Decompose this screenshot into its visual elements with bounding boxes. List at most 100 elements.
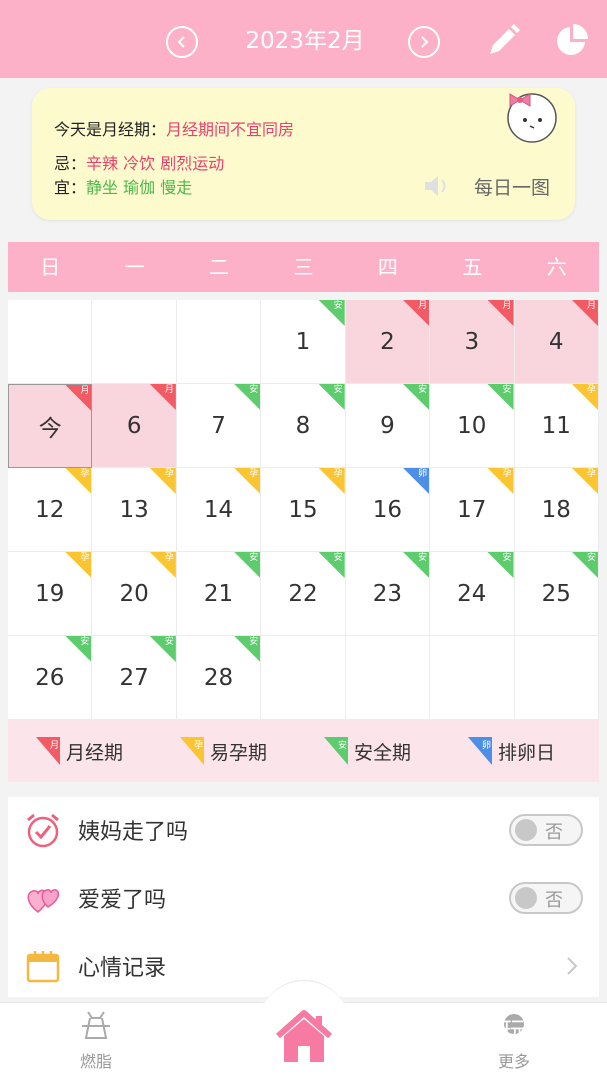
record-list: 姨妈走了吗 否 爱爱了吗 否 心情记录 bbox=[8, 797, 599, 997]
calendar-day-today[interactable]: 今月 bbox=[8, 384, 93, 468]
day-status-tag-icon: 月 bbox=[149, 384, 176, 410]
tab-fat-burn-label: 燃脂 bbox=[79, 1052, 112, 1071]
watermark-logo-icon bbox=[433, 1013, 466, 1052]
calendar-day[interactable]: 27 安 bbox=[92, 636, 177, 720]
toggle-knob bbox=[515, 819, 537, 841]
calendar-day[interactable]: 13 孕 bbox=[92, 468, 177, 552]
calendar-day[interactable]: 22 安 bbox=[261, 552, 346, 636]
status-prefix: 今天是月经期： bbox=[54, 120, 167, 139]
calendar-day[interactable]: 28 安 bbox=[176, 636, 262, 720]
calendar-day[interactable]: 23 安 bbox=[345, 552, 431, 636]
day-status-tag-icon: 孕 bbox=[571, 384, 598, 410]
tag-text: 月 bbox=[418, 301, 428, 311]
weekday-fri: 五 bbox=[462, 255, 483, 279]
day-number: 7 bbox=[211, 412, 226, 439]
pencil-icon[interactable] bbox=[484, 22, 522, 60]
day-status-tag-icon: 安 bbox=[65, 636, 92, 662]
tag-text: 安 bbox=[502, 385, 512, 395]
day-status-tag-icon: 安 bbox=[318, 300, 345, 326]
tag-text: 安 bbox=[418, 553, 428, 563]
day-number: 10 bbox=[457, 412, 487, 439]
tag-text: 孕 bbox=[164, 553, 174, 563]
tag-text: 安 bbox=[249, 637, 259, 647]
calendar-legend: 月 月经期 孕 易孕期 安 安全期 卵 排卵日 bbox=[8, 720, 599, 782]
day-number: 28 bbox=[203, 664, 234, 691]
intimacy-toggle[interactable]: 否 bbox=[509, 882, 583, 914]
home-icon[interactable] bbox=[274, 1008, 334, 1066]
day-status-tag-icon: 孕 bbox=[149, 552, 176, 578]
calendar-day[interactable]: 15 孕 bbox=[261, 468, 346, 552]
chevron-right-icon bbox=[421, 36, 429, 48]
calendar-day[interactable]: 10 安 bbox=[430, 384, 515, 468]
tag-text: 安 bbox=[333, 553, 343, 563]
calendar-day[interactable]: 4月 bbox=[514, 300, 599, 384]
day-status-tag-icon: 孕 bbox=[149, 468, 176, 494]
day-number: 15 bbox=[288, 496, 318, 523]
calendar-day[interactable]: 24 安 bbox=[430, 552, 515, 636]
tab-fat-burn[interactable]: 燃脂 bbox=[74, 1008, 118, 1072]
day-status-tag-icon: 安 bbox=[571, 552, 598, 578]
weekday-sun: 日 bbox=[40, 255, 61, 279]
legend-item-ovulation: 卵 排卵日 bbox=[440, 737, 584, 765]
day-number: 27 bbox=[119, 664, 149, 691]
tag-text: 月 bbox=[80, 386, 90, 396]
weekday-sat: 六 bbox=[546, 255, 567, 279]
calendar-day[interactable]: 12 孕 bbox=[8, 468, 93, 552]
day-status-tag-icon: 安 bbox=[318, 552, 345, 578]
pie-chart-icon[interactable] bbox=[553, 22, 591, 60]
next-month-button[interactable] bbox=[408, 26, 440, 58]
legend-label: 易孕期 bbox=[210, 741, 268, 764]
day-status-tag-icon: 安 bbox=[234, 636, 261, 662]
calendar-day[interactable]: 2月 bbox=[345, 300, 431, 384]
calendar-day[interactable]: 26 安 bbox=[8, 636, 93, 720]
tag-text: 安 bbox=[164, 637, 174, 647]
day-status-tag-icon: 安 bbox=[487, 552, 514, 578]
calendar-day[interactable]: 3月 bbox=[430, 300, 515, 384]
day-number: 20 bbox=[119, 580, 149, 607]
tag-text: 孕 bbox=[333, 469, 343, 479]
tag-text: 月 bbox=[164, 385, 174, 395]
tag-text: 安 bbox=[586, 553, 596, 563]
period-gone-label: 姨妈走了吗 bbox=[78, 820, 189, 845]
calendar-day[interactable]: 6月 bbox=[92, 384, 177, 468]
day-status-tag-icon: 孕 bbox=[571, 468, 598, 494]
watermark-text: 仍玩游戏 bbox=[477, 1017, 574, 1045]
period-gone-row: 姨妈走了吗 否 bbox=[8, 797, 599, 863]
weekday-header: 日 一 二 三 四 五 六 bbox=[8, 242, 599, 292]
tag-text: 安 bbox=[80, 637, 90, 647]
legend-label: 月经期 bbox=[66, 741, 124, 764]
calendar-day[interactable]: 1安 bbox=[261, 300, 346, 384]
fertile-tag-icon: 孕 bbox=[180, 737, 204, 765]
calendar-day[interactable]: 16 卵 bbox=[345, 468, 431, 552]
calendar-day[interactable]: 19 孕 bbox=[8, 552, 93, 636]
period-gone-toggle[interactable]: 否 bbox=[509, 814, 583, 846]
suit-text: 静坐 瑜伽 慢走 bbox=[86, 178, 193, 197]
calendar-day[interactable]: 11 孕 bbox=[514, 384, 599, 468]
day-status-tag-icon: 月 bbox=[571, 300, 598, 326]
calendar-day[interactable]: 21 安 bbox=[176, 552, 262, 636]
calendar-day[interactable]: 20 孕 bbox=[92, 552, 177, 636]
safe-tag-icon: 安 bbox=[324, 737, 348, 765]
day-status-tag-icon: 孕 bbox=[65, 552, 92, 578]
prev-month-button[interactable] bbox=[166, 26, 198, 58]
calendar-day[interactable]: 25 安 bbox=[514, 552, 599, 636]
calendar-day[interactable]: 9安 bbox=[345, 384, 431, 468]
calendar-day[interactable]: 7安 bbox=[176, 384, 262, 468]
day-status-tag-icon: 安 bbox=[487, 384, 514, 410]
day-number: 4 bbox=[548, 328, 564, 355]
day-number: 9 bbox=[380, 412, 395, 439]
tag-text: 月 bbox=[502, 301, 512, 311]
day-status-tag-icon: 月 bbox=[487, 300, 514, 326]
day-status-tag-icon: 安 bbox=[234, 384, 261, 410]
day-number: 17 bbox=[457, 496, 487, 523]
day-number: 3 bbox=[464, 328, 480, 355]
calendar-day[interactable]: 17 孕 bbox=[430, 468, 515, 552]
day-number: 24 bbox=[457, 580, 487, 607]
tag-text: 安 bbox=[502, 553, 512, 563]
calendar-day[interactable]: 8安 bbox=[261, 384, 346, 468]
suit-line: 宜：静坐 瑜伽 慢走 bbox=[54, 174, 192, 198]
calendar-day[interactable]: 14 孕 bbox=[176, 468, 262, 552]
calendar-day[interactable]: 18 孕 bbox=[514, 468, 599, 552]
daily-picture-button[interactable]: 每日一图 bbox=[422, 172, 550, 200]
avoid-text: 辛辣 冷饮 剧烈运动 bbox=[86, 154, 225, 173]
